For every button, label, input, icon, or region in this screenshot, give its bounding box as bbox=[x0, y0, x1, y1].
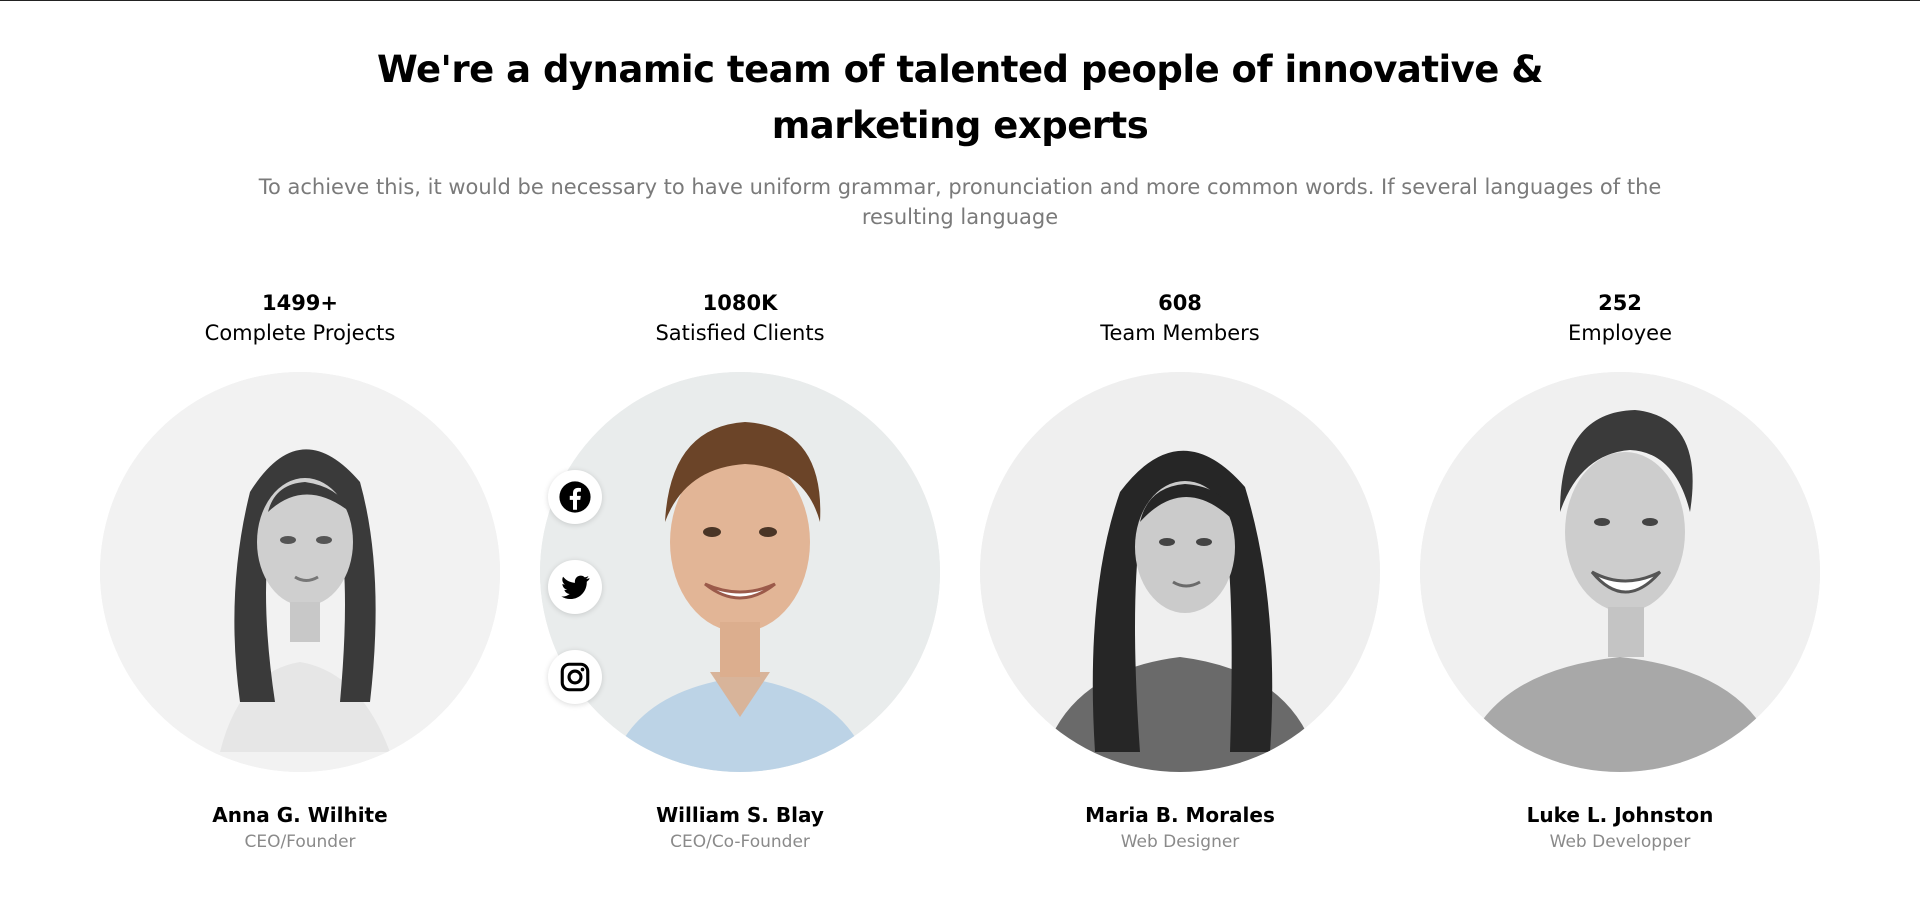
member-name: William S. Blay bbox=[656, 803, 824, 827]
team-section: We're a dynamic team of talented people … bbox=[0, 0, 1920, 912]
portrait-image bbox=[980, 372, 1380, 772]
facebook-link[interactable] bbox=[548, 470, 602, 524]
stat-label: Employee bbox=[1567, 321, 1672, 345]
team-card: 1080K Satisfied Clients William S. Blay … bbox=[530, 288, 950, 852]
instagram-link[interactable] bbox=[548, 650, 602, 704]
stat-value: 1499+ bbox=[261, 291, 339, 315]
facebook-icon bbox=[559, 481, 591, 513]
portrait-image bbox=[540, 372, 940, 772]
member-role: Web Developper bbox=[1549, 832, 1691, 852]
twitter-link[interactable] bbox=[548, 560, 602, 614]
section-heading: We're a dynamic team of talented people … bbox=[376, 48, 1544, 147]
stat-value: 252 bbox=[1598, 291, 1642, 315]
team-card: 1499+ Complete Projects Anna G. Wilhite … bbox=[90, 288, 510, 852]
team-card: 608 Team Members Maria B. Morales Web De… bbox=[970, 288, 1390, 852]
section-subtitle: To achieve this, it would be necessary t… bbox=[258, 175, 1662, 229]
stat-label: Satisfied Clients bbox=[655, 321, 825, 345]
member-photo bbox=[980, 372, 1380, 772]
member-photo bbox=[540, 372, 940, 772]
twitter-icon bbox=[561, 575, 590, 600]
member-role: CEO/Co-Founder bbox=[670, 832, 810, 852]
member-name: Anna G. Wilhite bbox=[212, 803, 388, 827]
stat-label: Team Members bbox=[1100, 321, 1260, 345]
stat-value: 608 bbox=[1158, 291, 1202, 315]
member-photo bbox=[100, 372, 500, 772]
team-card: 252 Employee Luke L. Johnston Web Develo… bbox=[1410, 288, 1830, 852]
portrait-image bbox=[1420, 372, 1820, 772]
member-name: Luke L. Johnston bbox=[1526, 803, 1714, 827]
portrait-image bbox=[100, 372, 500, 772]
stat-label: Complete Projects bbox=[204, 321, 396, 345]
member-photo bbox=[1420, 372, 1820, 772]
instagram-icon bbox=[560, 662, 590, 692]
member-name: Maria B. Morales bbox=[1085, 803, 1275, 827]
member-role: CEO/Founder bbox=[244, 832, 356, 852]
member-role: Web Designer bbox=[1120, 832, 1240, 852]
stat-value: 1080K bbox=[702, 291, 778, 315]
